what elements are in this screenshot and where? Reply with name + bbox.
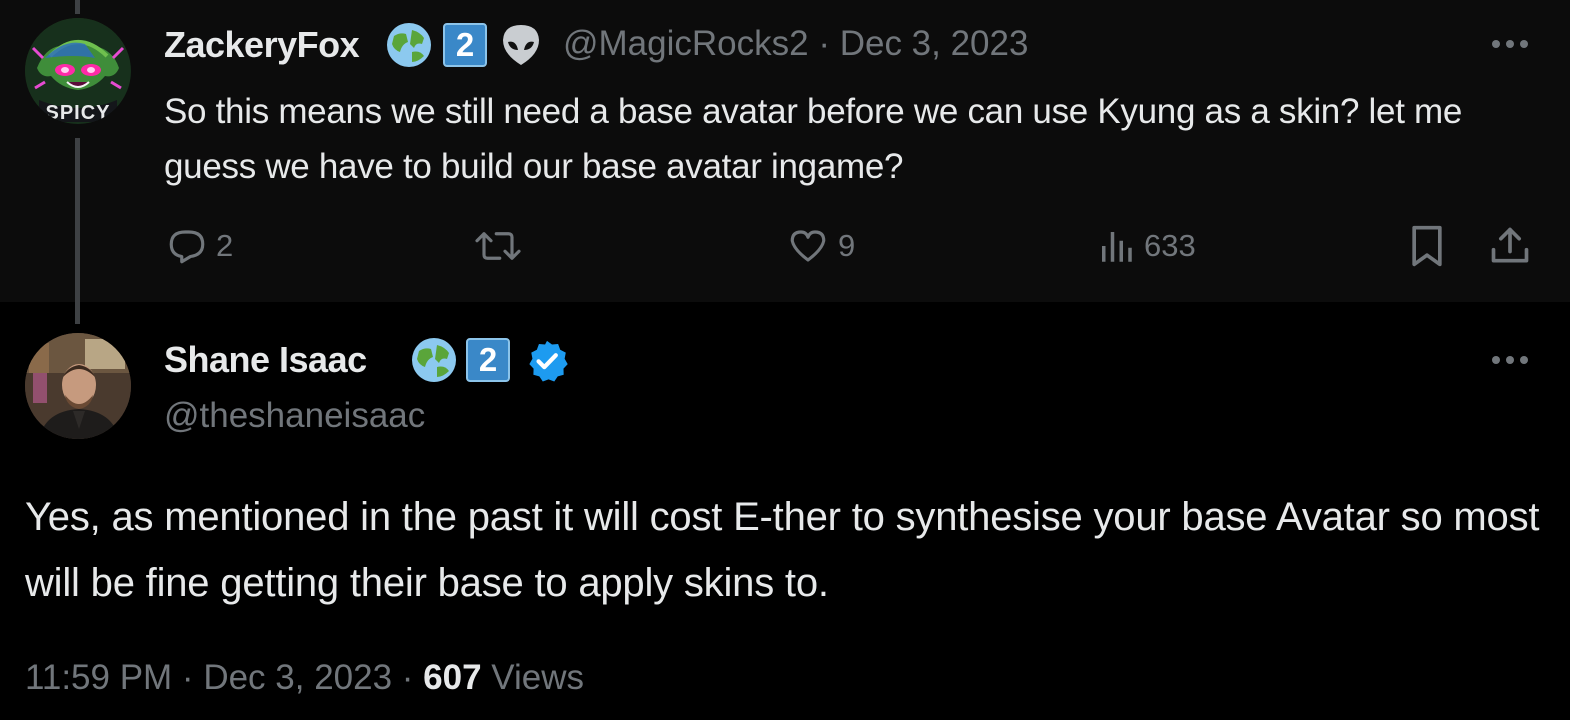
- verified-badge-icon[interactable]: [524, 338, 570, 389]
- bookmark-icon[interactable]: [1408, 224, 1446, 268]
- more-options-icon[interactable]: [1490, 38, 1530, 50]
- reply-count: 2: [216, 228, 234, 263]
- share-icon[interactable]: [1488, 224, 1532, 268]
- like-button[interactable]: 9: [786, 222, 855, 270]
- like-count: 9: [838, 228, 856, 263]
- analytics-icon: [1102, 232, 1132, 262]
- display-name[interactable]: ZackeryFox: [164, 24, 360, 66]
- handle-and-date[interactable]: @MagicRocks2 · Dec 3, 2023: [563, 24, 1028, 64]
- avatar[interactable]: [25, 333, 131, 439]
- number-badge: 2: [443, 23, 487, 67]
- number-badge: 2: [466, 338, 510, 382]
- alien-icon: [498, 22, 544, 73]
- thread-line: [75, 138, 80, 324]
- display-name[interactable]: Shane Isaac: [164, 339, 367, 381]
- views-label: Views: [481, 658, 585, 697]
- timestamp[interactable]: 11:59 PM · Dec 3, 2023 ·: [25, 658, 423, 697]
- handle[interactable]: @theshaneisaac: [164, 396, 425, 436]
- tweet-metadata: 11:59 PM · Dec 3, 2023 · 607 Views: [25, 658, 584, 698]
- globe-icon: [386, 22, 432, 73]
- more-options-icon[interactable]: [1490, 354, 1530, 366]
- views-button[interactable]: 633: [1096, 222, 1196, 270]
- thread-line: [75, 0, 80, 14]
- views-count: 607: [423, 658, 482, 697]
- avatar[interactable]: SPICY: [25, 18, 131, 124]
- retweet-button[interactable]: [472, 222, 532, 270]
- avatar-label: SPICY: [45, 102, 111, 124]
- retweet-icon: [475, 232, 521, 260]
- reply-icon: [169, 230, 205, 264]
- view-count: 633: [1144, 228, 1196, 263]
- heart-icon: [790, 230, 826, 262]
- profile-photo: [25, 333, 131, 439]
- reply-tweet[interactable]: SPICY ZackeryFox 2 @MagicRocks2 · Dec 3,…: [0, 0, 1570, 324]
- reply-button[interactable]: 2: [166, 222, 233, 270]
- tweet-text: Yes, as mentioned in the past it will co…: [25, 495, 1540, 605]
- globe-icon: [411, 337, 457, 388]
- tweet-text: So this means we still need a base avata…: [164, 92, 1463, 186]
